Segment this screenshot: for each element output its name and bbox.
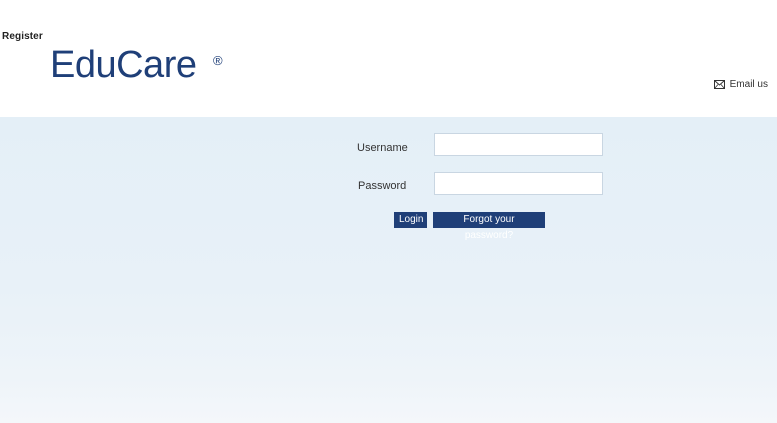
password-label: Password bbox=[358, 180, 407, 192]
username-input[interactable] bbox=[434, 133, 603, 156]
forgot-password-button[interactable]: Forgot your password? bbox=[433, 212, 545, 241]
email-us-link[interactable]: Email us bbox=[713, 79, 768, 90]
register-link[interactable]: Register bbox=[2, 31, 43, 42]
educare-logo: EduCare bbox=[50, 44, 197, 86]
login-button[interactable]: Login bbox=[394, 212, 427, 228]
login-area: Username Password Login Forgot your pass… bbox=[0, 117, 777, 423]
envelope-icon bbox=[713, 80, 725, 89]
email-us-label: Email us bbox=[729, 79, 768, 90]
username-label: Username bbox=[357, 142, 408, 154]
login-page: Register EduCare ® Email us Username Pas… bbox=[0, 0, 777, 423]
password-input[interactable] bbox=[434, 172, 603, 195]
registered-mark: ® bbox=[213, 53, 223, 68]
header: Register EduCare ® Email us bbox=[0, 0, 777, 117]
